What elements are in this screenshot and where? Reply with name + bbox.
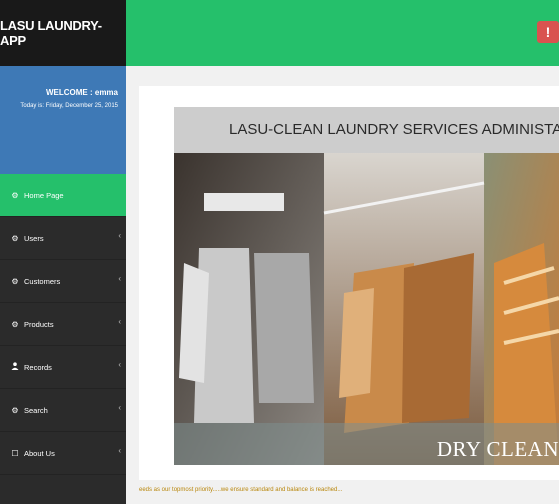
chevron-left-icon: ‹ [118,360,121,369]
sidebar-item-search[interactable]: ⚙ Search ‹ [0,389,126,432]
app-brand[interactable]: LASU LAUNDRY-APP [0,0,126,66]
banner-title-bar: LASU-CLEAN LAUNDRY SERVICES ADMINISTATOR… [174,107,559,153]
sidebar-item-label: Home Page [24,190,64,200]
top-bar [126,0,559,66]
dashboard-icon: ⚙ [11,319,19,329]
sidebar-item-home-page[interactable]: ⚙ Home Page [0,174,126,217]
chevron-left-icon: ‹ [118,446,121,455]
banner-slide: LASU-CLEAN LAUNDRY SERVICES ADMINISTATOR… [174,107,559,465]
sidebar-item-label: Records [24,362,52,372]
marquee-tagline: eeds as our topmost priority.....we ensu… [139,487,343,493]
chevron-left-icon: ‹ [118,231,121,240]
banner-title: LASU-CLEAN LAUNDRY SERVICES ADMINISTATOR… [229,121,559,138]
sidebar-item-label: Products [24,319,54,329]
user-profile-panel: WELCOME : emma Today is: Friday, Decembe… [0,66,126,174]
laundry-photo [174,153,559,465]
sidebar-item-label: Users [24,233,44,243]
sidebar-item-customers[interactable]: ⚙ Customers ‹ [0,260,126,303]
sidebar-item-label: Search [24,405,48,415]
user-icon [10,362,20,372]
chevron-left-icon: ‹ [118,274,121,283]
sidebar-item-users[interactable]: ⚙ Users ‹ [0,217,126,260]
sidebar-menu: ⚙ Home Page ⚙ Users ‹ ⚙ Customers ‹ ⚙ Pr… [0,174,126,475]
sidebar: LASU LAUNDRY-APP WELCOME : emma Today is… [0,0,126,504]
sidebar-item-label: Customers [24,276,61,286]
square-icon: ☐ [11,448,19,458]
sidebar-item-records[interactable]: Records ‹ [0,346,126,389]
sidebar-item-label: About Us [24,448,55,458]
date-text: Today is: Friday, December 25, 2015 [20,103,118,109]
app-title: LASU LAUNDRY-APP [0,18,102,48]
dashboard-icon: ⚙ [11,405,19,415]
dashboard-icon: ⚙ [11,190,19,200]
alert-icon: ! [545,24,551,40]
sidebar-item-about-us[interactable]: ☐ About Us ‹ [0,432,126,475]
alert-button[interactable]: ! [537,21,559,43]
dashboard-icon: ⚙ [11,276,19,286]
chevron-left-icon: ‹ [118,403,121,412]
banner-caption: DRY CLEAN [436,437,559,461]
sidebar-item-products[interactable]: ⚙ Products ‹ [0,303,126,346]
welcome-text: WELCOME : emma [45,88,118,97]
dashboard-icon: ⚙ [11,233,19,243]
chevron-left-icon: ‹ [118,317,121,326]
